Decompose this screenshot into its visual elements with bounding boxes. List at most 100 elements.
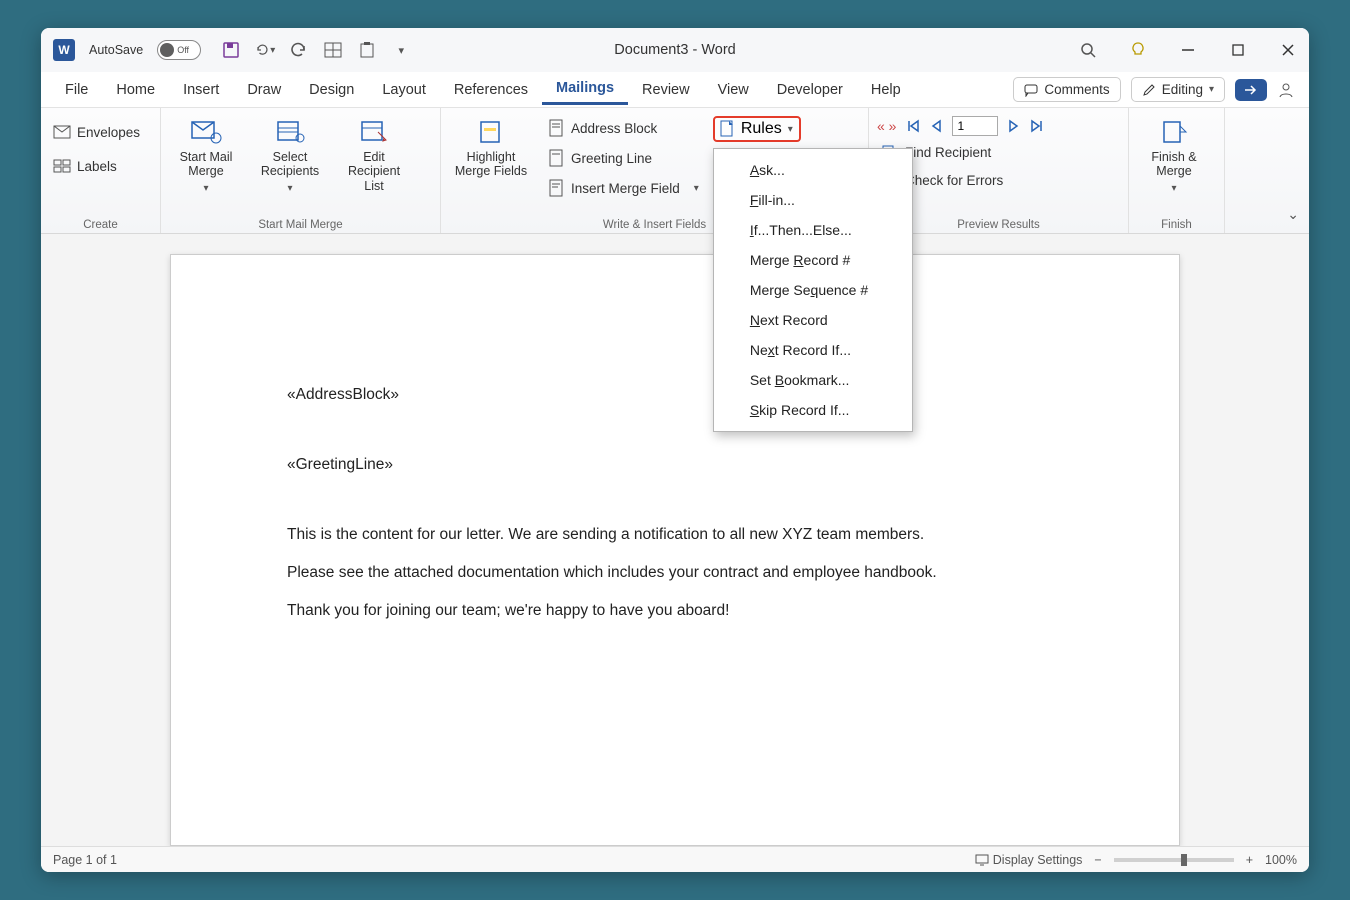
tab-draw[interactable]: Draw <box>233 76 295 104</box>
address-block-label: Address Block <box>571 121 657 136</box>
labels-icon <box>53 157 71 175</box>
rules-fillin[interactable]: Fill-in... <box>714 185 912 215</box>
abc-preview-icon[interactable]: « » <box>877 118 896 134</box>
record-number-input[interactable] <box>952 116 998 136</box>
edit-list-icon <box>356 118 392 146</box>
zoom-level[interactable]: 100% <box>1265 853 1297 867</box>
find-recipient-label: Find Recipient <box>905 145 991 160</box>
quick-access-toolbar: ▾ ▾ <box>221 40 411 60</box>
group-finish-label: Finish <box>1137 215 1216 231</box>
statusbar: Page 1 of 1 Display Settings − + 100% <box>41 846 1309 872</box>
page-icon <box>547 149 565 167</box>
tab-view[interactable]: View <box>704 76 763 104</box>
rules-ask[interactable]: Ask... <box>714 155 912 185</box>
redo-icon[interactable] <box>289 40 309 60</box>
account-icon[interactable] <box>1277 81 1299 99</box>
first-record-icon[interactable] <box>906 119 920 133</box>
envelopes-button[interactable]: Envelopes <box>49 120 144 144</box>
tab-help[interactable]: Help <box>857 76 915 104</box>
zoom-in-button[interactable]: + <box>1246 853 1253 867</box>
save-icon[interactable] <box>221 40 241 60</box>
tab-design[interactable]: Design <box>295 76 368 104</box>
paste-icon[interactable] <box>357 40 377 60</box>
tab-review[interactable]: Review <box>628 76 704 104</box>
rules-merge-record[interactable]: Merge Record # <box>714 245 912 275</box>
greeting-line-button[interactable]: Greeting Line <box>543 146 703 170</box>
rules-next-record-if[interactable]: Next Record If... <box>714 335 912 365</box>
greeting-line-label: Greeting Line <box>571 151 652 166</box>
rules-next-record[interactable]: Next Record <box>714 305 912 335</box>
autosave-toggle[interactable]: Off <box>157 40 201 60</box>
insert-merge-field-label: Insert Merge Field <box>571 181 680 196</box>
tab-insert[interactable]: Insert <box>169 76 233 104</box>
ribbon: Envelopes Labels Create Start Mail Merge… <box>41 108 1309 234</box>
document-area: «AddressBlock» «GreetingLine» This is th… <box>41 234 1309 846</box>
tab-layout[interactable]: Layout <box>368 76 440 104</box>
tab-mailings[interactable]: Mailings <box>542 74 628 105</box>
qat-dropdown-icon[interactable]: ▾ <box>391 40 411 60</box>
group-write-insert: Highlight Merge Fields Address Block Gre… <box>441 108 869 233</box>
rules-merge-sequence[interactable]: Merge Sequence # <box>714 275 912 305</box>
group-start-mail-merge: Start Mail Merge▾ Select Recipients▾ Edi… <box>161 108 441 233</box>
chevron-down-icon: ▾ <box>1209 84 1214 95</box>
last-record-icon[interactable] <box>1030 119 1044 133</box>
page-icon <box>547 179 565 197</box>
group-finish: Finish & Merge▾ Finish <box>1129 108 1225 233</box>
undo-icon[interactable]: ▾ <box>255 40 275 60</box>
mail-merge-icon <box>188 118 224 146</box>
page-indicator[interactable]: Page 1 of 1 <box>53 853 117 867</box>
page-icon <box>547 119 565 137</box>
tab-developer[interactable]: Developer <box>763 76 857 104</box>
greeting-line-field: «GreetingLine» <box>287 453 1063 477</box>
pencil-icon <box>1142 83 1156 97</box>
display-settings-button[interactable]: Display Settings <box>975 853 1083 867</box>
select-recipients-button[interactable]: Select Recipients▾ <box>253 114 327 198</box>
zoom-out-button[interactable]: − <box>1094 853 1101 867</box>
rules-skip-record-if[interactable]: Skip Record If... <box>714 395 912 425</box>
address-block-button[interactable]: Address Block <box>543 116 703 140</box>
highlight-icon <box>473 118 509 146</box>
highlight-merge-fields-button[interactable]: Highlight Merge Fields <box>449 114 533 183</box>
start-mail-merge-button[interactable]: Start Mail Merge▾ <box>169 114 243 198</box>
share-button[interactable] <box>1235 79 1267 101</box>
collapse-ribbon-icon[interactable]: ⌄ <box>1287 206 1299 223</box>
rules-set-bookmark[interactable]: Set Bookmark... <box>714 365 912 395</box>
table-icon[interactable] <box>323 40 343 60</box>
comments-button[interactable]: Comments <box>1013 77 1120 102</box>
prev-record-icon[interactable] <box>930 119 942 133</box>
rules-label: Rules <box>741 120 782 138</box>
body-line-1: This is the content for our letter. We a… <box>287 523 1063 547</box>
tabs-right: Comments Editing ▾ <box>1013 77 1299 102</box>
group-preview-label: Preview Results <box>877 215 1120 231</box>
document-page[interactable]: «AddressBlock» «GreetingLine» This is th… <box>170 254 1180 846</box>
labels-button[interactable]: Labels <box>49 154 121 178</box>
close-button[interactable] <box>1279 41 1297 59</box>
select-recipients-label: Select Recipients <box>253 150 327 179</box>
envelope-icon <box>53 123 71 141</box>
minimize-button[interactable] <box>1179 41 1197 59</box>
maximize-button[interactable] <box>1229 41 1247 59</box>
search-icon[interactable] <box>1079 41 1097 59</box>
finish-merge-button[interactable]: Finish & Merge▾ <box>1137 114 1211 198</box>
zoom-slider[interactable] <box>1114 858 1234 862</box>
lightbulb-icon[interactable] <box>1129 41 1147 59</box>
rules-icon <box>719 120 735 138</box>
insert-merge-field-button[interactable]: Insert Merge Field ▾ <box>543 176 703 200</box>
edit-recipient-list-button[interactable]: Edit Recipient List <box>337 114 411 197</box>
comment-icon <box>1024 83 1038 97</box>
zoom-thumb[interactable] <box>1181 854 1187 866</box>
rules-ifthenelse[interactable]: If...Then...Else... <box>714 215 912 245</box>
rules-button[interactable]: Rules ▾ <box>713 116 801 142</box>
share-icon <box>1243 83 1259 97</box>
tab-file[interactable]: File <box>51 76 102 104</box>
rules-dropdown: Ask... Fill-in... If...Then...Else... Me… <box>713 148 913 432</box>
next-record-icon[interactable] <box>1008 119 1020 133</box>
recipients-icon <box>272 118 308 146</box>
autosave-label: AutoSave <box>89 43 143 57</box>
ribbon-tabs: File Home Insert Draw Design Layout Refe… <box>41 72 1309 108</box>
tab-references[interactable]: References <box>440 76 542 104</box>
editing-mode-button[interactable]: Editing ▾ <box>1131 77 1225 102</box>
tab-home[interactable]: Home <box>102 76 169 104</box>
document-title: Document3 - Word <box>614 42 735 58</box>
labels-label: Labels <box>77 159 117 174</box>
